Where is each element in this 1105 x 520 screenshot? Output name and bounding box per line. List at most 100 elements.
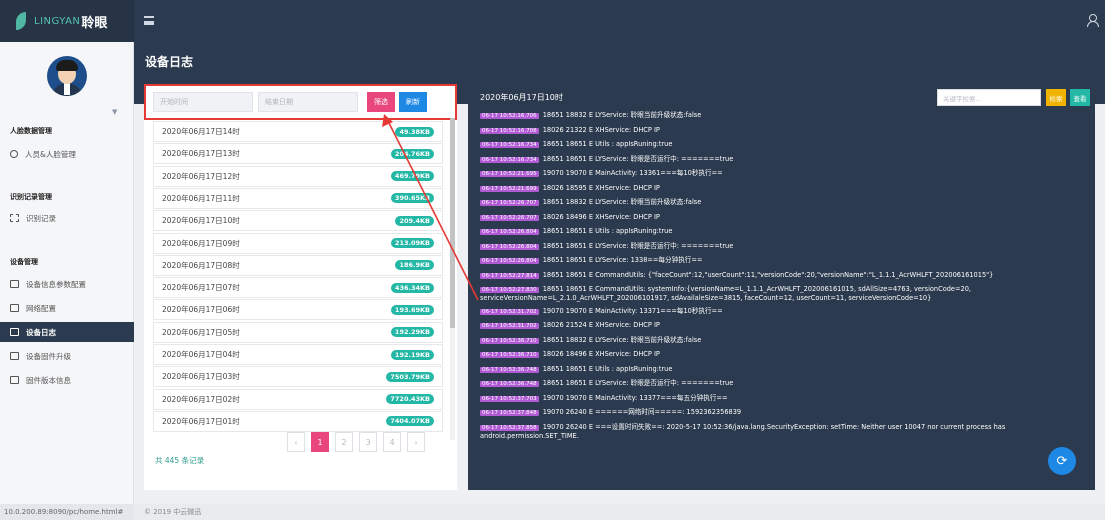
log-line: 06-17 10:52:26.707 18026 18496 E XHServic… [480,213,1090,222]
log-line: 06-17 10:52:21.699 18026 18595 E XHServic… [480,184,1090,193]
sidebar-item-person-face[interactable]: 人员&人脸管理 [0,144,134,164]
log-text: 18651 18651 E Utils : appIsRuning:true [542,364,673,373]
total-count: 共 445 条记录 [155,456,205,465]
refresh-icon: ⟳ [1056,453,1068,469]
keyword-search-input[interactable]: 关键字检索... [937,89,1041,106]
file-date: 2020年06月17日05时 [162,327,240,337]
refresh-fab[interactable]: ⟳ [1048,447,1076,475]
log-timestamp-badge: 06-17 10:52:26.804 [480,258,539,264]
log-timestamp-badge: 06-17 10:52:36.710 [480,352,539,358]
log-line: 06-17 10:52:37.703 19070 19070 E MainActi… [480,394,1090,403]
list-item[interactable]: 2020年06月17日10时 209.4KB [153,210,443,232]
sidebar-item-label: 设备信息参数配置 [26,279,86,289]
sidebar-item-firmware-version[interactable]: 固件版本信息 [0,370,134,390]
scrollbar-thumb[interactable] [450,118,455,328]
log-text: 18651 18651 E Utils : appIsRuning:true [542,140,673,148]
sidebar-item-label: 识别记录 [26,213,56,223]
file-size-badge: 193.69KB [390,304,434,315]
pagination-page[interactable]: 2 [335,432,353,452]
list-item[interactable]: 2020年06月17日03时 7503.79KB [153,366,443,388]
log-timestamp-badge: 06-17 10:52:16.708 [480,127,539,134]
avatar[interactable] [47,56,87,96]
list-item[interactable]: 2020年06月17日14时 49.38KB [153,121,443,142]
log-text: 18651 18651 E Utils : appIsRuning:true [542,227,673,235]
sidebar-item-records[interactable]: 识别记录 [0,208,134,228]
list-item[interactable]: 2020年06月17日04时 192.19KB [153,344,443,365]
log-line: 06-17 10:52:36.748 18651 18651 E LYServic… [480,379,1090,388]
log-timestamp-badge: 06-17 10:52:36.748 [480,381,539,387]
pagination-page[interactable]: 4 [383,432,401,452]
file-date: 2020年06月17日01时 [162,416,240,426]
log-timestamp-badge: 06-17 10:52:26.707 [480,214,539,221]
log-line: 06-17 10:52:36.710 18651 18832 E LYServic… [480,336,1090,345]
log-line: 06-17 10:52:36.710 18026 18496 E XHServic… [480,350,1090,359]
log-line: 06-17 10:52:26.804 18651 18651 E LYServic… [480,242,1090,251]
list-item[interactable]: 2020年06月17日01时 7404.07KB [153,410,443,432]
log-text: 18651 18651 E LYService: 聆眼是否运行中: ======… [542,154,734,163]
sidebar-section-title: 人脸数据管理 [10,127,52,135]
log-line: 06-17 10:52:21.695 19070 19070 E MainActi… [480,169,1090,178]
user-icon [10,150,18,158]
log-timestamp-badge: 06-17 10:52:37.703 [480,395,539,402]
top-bar: LINGYAN 聆眼 [0,0,1105,42]
sidebar-item-label: 设备固件升级 [26,351,71,361]
log-text: 18651 18832 E LYService: 聆眼当前升级状态:false [542,335,702,344]
sidebar-item-label: 设备日志 [26,327,56,337]
sidebar-item-device-log[interactable]: 设备日志 [0,322,134,342]
pagination-prev[interactable]: ‹ [287,432,305,452]
file-date: 2020年06月17日07时 [162,283,240,293]
file-size-badge: 436.34KB [390,282,434,293]
pagination-page[interactable]: 1 [311,432,329,452]
file-size-badge: 7404.07KB [386,416,434,427]
sidebar-item-network[interactable]: 网络配置 [0,298,134,318]
status-url: 10.0.200.89:8090/pc/home.html# [0,504,134,520]
sidebar-section-title: 设备管理 [10,258,38,266]
file-date: 2020年06月17日09时 [162,238,240,248]
pagination-next[interactable]: › [407,432,425,452]
log-text: 18026 18496 E XHService: DHCP IP [542,350,660,358]
logo-text-en: LINGYAN [34,15,81,27]
logo-icon [16,12,26,30]
view-button[interactable]: 查看 [1070,89,1090,106]
chevron-down-icon[interactable]: ▼ [112,108,117,116]
list-item[interactable]: 2020年06月17日06时 193.69KB [153,299,443,321]
sidebar-item-firmware-upgrade[interactable]: 设备固件升级 [0,346,134,366]
log-text: 19070 26240 E ======网络时间=====: 159236235… [542,408,742,416]
file-date: 2020年06月17日11时 [162,193,240,203]
log-text: 19070 19070 E MainActivity: 13377===每五分钟… [542,393,728,402]
list-item[interactable]: 2020年06月17日13时 204.76KB [153,143,443,165]
file-size-badge: 213.09KB [390,238,434,248]
list-item[interactable]: 2020年06月17日09时 213.09KB [153,232,443,254]
list-item[interactable]: 2020年06月17日08时 186.9KB [153,254,443,276]
file-date: 2020年06月17日06时 [162,305,240,315]
log-timestamp-badge: 06-17 10:52:16.706 [480,113,539,119]
list-item[interactable]: 2020年06月17日07时 436.34KB [153,277,443,299]
file-size-badge: 192.29KB [390,327,434,338]
square-icon [10,352,19,360]
list-item[interactable]: 2020年06月17日02时 7720.43KB [153,388,443,410]
sidebar: ▼ 人脸数据管理 人员&人脸管理 识别记录管理 识别记录 设备管理 设备信息参数… [0,42,134,504]
sidebar-item-device-config[interactable]: 设备信息参数配置 [0,274,134,294]
log-timestamp-badge: 06-17 10:52:27.814 [480,272,539,279]
log-line: 06-17 10:52:16.708 18026 21322 E XHServic… [480,126,1090,135]
list-item[interactable]: 2020年06月17日11时 390.65KB [153,187,443,209]
menu-toggle-icon[interactable] [144,16,154,25]
log-text: 18026 18595 E XHService: DHCP IP [542,183,660,192]
user-icon[interactable] [1087,14,1099,27]
log-timestamp-badge: 06-17 10:52:36.710 [480,337,539,344]
log-timestamp-badge: 06-17 10:52:37.858 [480,424,539,431]
search-button[interactable]: 检索 [1046,89,1066,106]
file-date: 2020年06月17日02时 [162,394,240,404]
list-item[interactable]: 2020年06月17日12时 469.79KB [153,165,443,187]
sidebar-item-label: 人员&人脸管理 [25,149,76,159]
file-date: 2020年06月17日10时 [162,216,240,226]
log-timestamp-badge: 06-17 10:52:26.804 [480,229,539,235]
log-line: 06-17 10:52:27.814 18651 18651 E CommandU… [480,271,1090,280]
log-line: 06-17 10:52:37.858 19070 26240 E ===设置时间失… [480,423,1090,440]
log-line: 06-17 10:52:26.804 18651 18651 E Utils : … [480,227,1090,236]
list-item[interactable]: 2020年06月17日05时 192.29KB [153,321,443,343]
log-timestamp-badge: 06-17 10:52:27.830 [480,287,539,293]
log-text: 18651 18832 E LYService: 聆眼当前升级状态:false [542,198,702,206]
page-title: 设备日志 [145,55,194,69]
pagination-page[interactable]: 3 [359,432,377,452]
